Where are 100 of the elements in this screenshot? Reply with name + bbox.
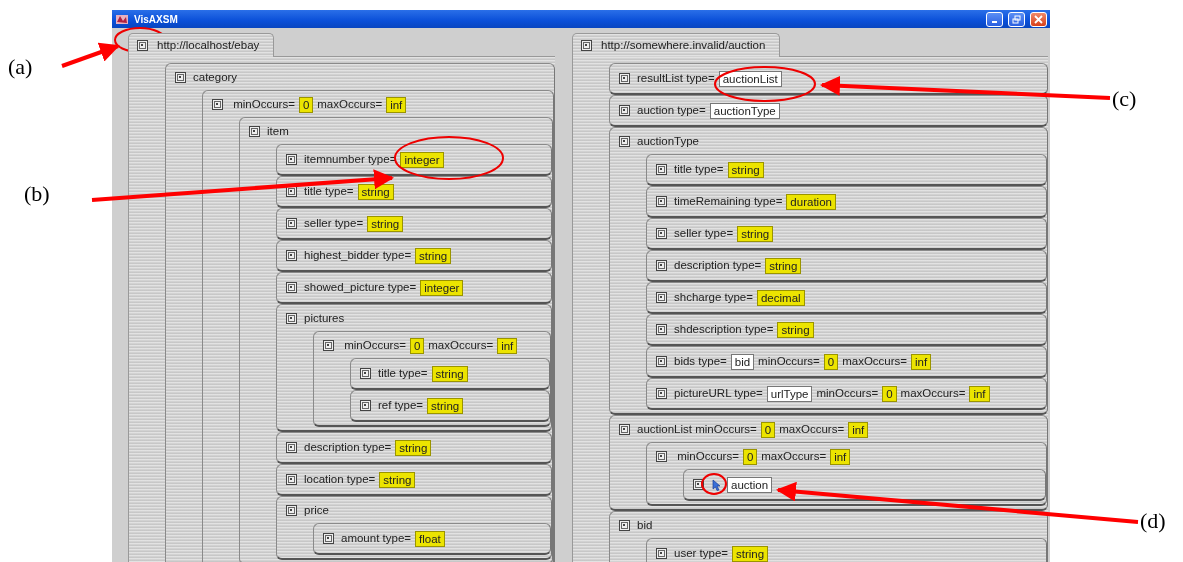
type-field[interactable]: string xyxy=(737,225,774,242)
node-icon[interactable] xyxy=(656,451,667,462)
tree-node[interactable]: itemnumber type= integer xyxy=(276,144,552,176)
tab[interactable]: http://localhost/ebay xyxy=(128,33,275,57)
type-field[interactable]: decimal xyxy=(756,289,805,306)
node-icon[interactable] xyxy=(360,368,371,379)
node-icon[interactable] xyxy=(693,479,704,490)
type-field[interactable]: string xyxy=(727,161,764,178)
type-field[interactable]: string xyxy=(732,545,769,562)
type-field[interactable]: inf xyxy=(911,353,932,370)
type-field[interactable]: string xyxy=(431,365,468,382)
type-field[interactable]: 0 xyxy=(882,385,897,402)
node-icon[interactable] xyxy=(656,356,667,367)
type-field[interactable]: 0 xyxy=(742,448,758,465)
node-icon[interactable] xyxy=(619,136,630,147)
node-icon[interactable] xyxy=(323,340,334,351)
tree-node[interactable]: auction xyxy=(683,469,1046,501)
reference-field[interactable]: urlType xyxy=(766,385,813,402)
tree-node[interactable]: title type= string xyxy=(350,358,550,390)
tree-node[interactable]: seller type= string xyxy=(276,208,552,240)
tree-node[interactable]: pictureURL type= urlType minOccurs= 0 maxOccurs= inf xyxy=(646,378,1047,410)
type-field[interactable]: string xyxy=(379,471,416,488)
node-icon[interactable] xyxy=(656,228,667,239)
tree-node[interactable]: showed_picture type= integer xyxy=(276,272,552,304)
tree-node[interactable]: highest_bidder type= string xyxy=(276,240,552,272)
node-icon[interactable] xyxy=(656,196,667,207)
minimize-button[interactable] xyxy=(986,11,1003,27)
type-field[interactable]: inf xyxy=(848,421,869,438)
tree-node[interactable] xyxy=(609,127,1048,415)
node-icon[interactable] xyxy=(137,39,148,51)
type-field[interactable]: 0 xyxy=(823,353,839,370)
node-icon[interactable] xyxy=(360,400,371,411)
tree-node[interactable]: resultList type= auctionList xyxy=(609,63,1048,95)
node-icon[interactable] xyxy=(656,164,667,175)
node-icon[interactable] xyxy=(286,474,297,485)
type-field[interactable]: string xyxy=(357,183,394,200)
tree-node[interactable]: timeRemaining type= duration xyxy=(646,186,1047,218)
tree-node[interactable]: description type= string xyxy=(276,432,552,464)
type-field[interactable]: string xyxy=(777,321,814,338)
node-icon[interactable] xyxy=(656,388,667,399)
node-icon[interactable] xyxy=(286,250,297,261)
tree-node[interactable]: bids type= bid minOccurs= 0 maxOccurs= inf xyxy=(646,346,1047,378)
node-icon[interactable] xyxy=(286,505,297,516)
type-field[interactable]: 0 xyxy=(298,96,314,113)
type-field[interactable]: inf xyxy=(830,448,851,465)
node-icon[interactable] xyxy=(619,73,630,84)
type-field[interactable]: string xyxy=(427,397,464,414)
type-field[interactable]: inf xyxy=(969,385,990,402)
node-icon[interactable] xyxy=(619,520,630,531)
type-field[interactable]: 0 xyxy=(409,337,425,354)
node-icon[interactable] xyxy=(286,282,297,293)
tree-node[interactable]: minOccurs= 0 maxOccurs= inf title type= string ref type= string xyxy=(313,331,551,427)
type-field[interactable]: string xyxy=(367,215,404,232)
type-field[interactable]: integer xyxy=(400,151,444,168)
tree-node[interactable]: seller type= string xyxy=(646,218,1047,250)
type-field[interactable]: 0 xyxy=(760,421,776,438)
type-field[interactable]: string xyxy=(415,247,452,264)
tree-node[interactable]: ref type= string xyxy=(350,390,550,422)
node-icon[interactable] xyxy=(286,442,297,453)
type-field[interactable]: integer xyxy=(420,279,464,296)
node-icon[interactable] xyxy=(249,126,260,137)
tree-node[interactable]: bid user type= string xyxy=(609,511,1048,562)
tree-node[interactable]: user type= string xyxy=(646,538,1047,562)
tree-node[interactable]: auction type= auctionType xyxy=(609,95,1048,127)
tree-node[interactable]: description type= string xyxy=(646,250,1047,282)
pointer-icon[interactable] xyxy=(711,478,722,491)
type-field[interactable]: float xyxy=(415,530,445,547)
node-icon[interactable] xyxy=(286,154,297,165)
node-icon[interactable] xyxy=(619,105,630,116)
type-field[interactable]: string xyxy=(395,439,432,456)
tree-node[interactable] xyxy=(239,117,553,562)
tree-node[interactable]: price amount type= float xyxy=(276,496,552,560)
node-icon[interactable] xyxy=(286,186,297,197)
node-icon[interactable] xyxy=(656,324,667,335)
tree-node[interactable]: title type= string xyxy=(646,154,1047,186)
reference-field[interactable]: bid xyxy=(730,353,755,370)
tree-node[interactable]: location type= string xyxy=(276,464,552,496)
node-icon[interactable] xyxy=(212,99,223,110)
node-icon[interactable] xyxy=(323,533,334,544)
node-icon[interactable] xyxy=(619,424,630,435)
tree-node[interactable]: minOccurs= 0 maxOccurs= inf auction xyxy=(646,442,1047,506)
tab[interactable]: http://somewhere.invalid/auction xyxy=(572,33,781,57)
type-field[interactable]: string xyxy=(765,257,802,274)
node-icon[interactable] xyxy=(175,72,186,83)
tree-node[interactable]: shcharge type= decimal xyxy=(646,282,1047,314)
tree-node[interactable]: shdescription type= string xyxy=(646,314,1047,346)
close-button[interactable] xyxy=(1030,11,1047,27)
tree-node[interactable]: pictures minOccurs= 0 maxOccurs= inf title type= string ref type= string xyxy=(276,304,552,432)
type-field[interactable]: inf xyxy=(386,96,407,113)
reference-field[interactable]: auction xyxy=(727,476,773,493)
node-icon[interactable] xyxy=(656,548,667,559)
node-icon[interactable] xyxy=(286,313,297,324)
reference-field[interactable]: auctionList xyxy=(718,70,782,87)
type-field[interactable]: duration xyxy=(786,193,836,210)
node-icon[interactable] xyxy=(656,260,667,271)
node-icon[interactable] xyxy=(286,218,297,229)
reference-field[interactable]: auctionType xyxy=(709,102,780,119)
type-field[interactable]: inf xyxy=(497,337,518,354)
node-icon[interactable] xyxy=(581,39,592,51)
tree-node[interactable]: amount type= float xyxy=(313,523,551,555)
